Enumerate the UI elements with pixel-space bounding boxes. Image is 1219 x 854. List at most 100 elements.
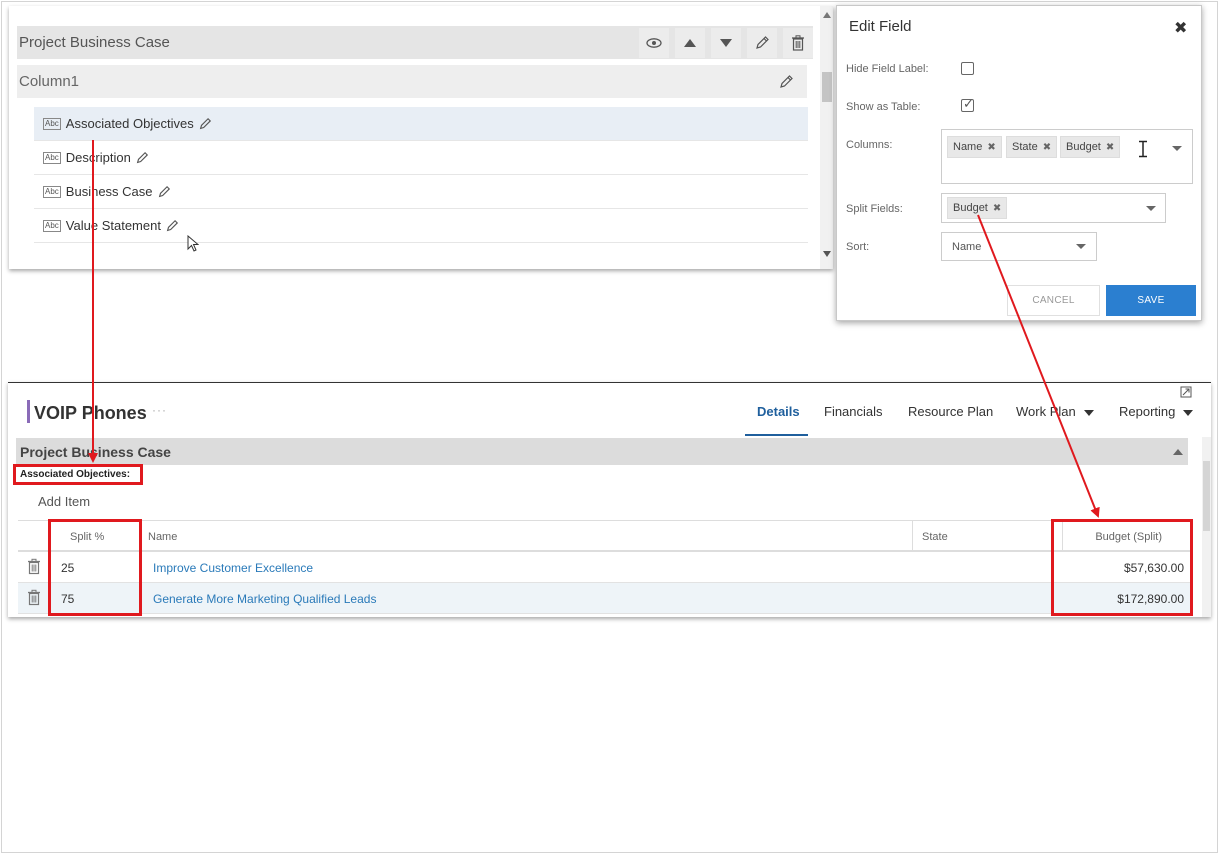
sort-label: Sort: (846, 241, 870, 253)
title-accent-bar (27, 400, 30, 423)
remove-chip-icon[interactable]: ✖ (993, 203, 1001, 214)
scrollbar-thumb[interactable] (1203, 461, 1210, 531)
column-chip-name: Name ✖ (947, 136, 1002, 158)
expand-icon[interactable] (1180, 386, 1192, 398)
chevron-down-icon[interactable] (1172, 146, 1182, 151)
trash-icon (792, 34, 804, 51)
column-divider (912, 521, 913, 551)
chip-label: Budget (953, 202, 988, 214)
annotation-box-associated-objectives (13, 464, 143, 485)
chevron-down-icon[interactable] (1146, 206, 1156, 211)
tab-work-plan[interactable]: Work Plan (1016, 404, 1094, 419)
text-field-icon: Abc (43, 185, 61, 198)
visibility-button[interactable] (639, 27, 669, 58)
chevron-down-icon (1083, 409, 1094, 416)
text-cursor-icon (1139, 140, 1147, 158)
hide-field-label-checkbox[interactable] (961, 62, 974, 75)
pencil-icon[interactable] (157, 185, 171, 199)
field-row-associated-objectives[interactable]: Abc Associated Objectives (34, 107, 808, 252)
tab-reporting[interactable]: Reporting (1119, 404, 1194, 419)
scroll-down-icon[interactable] (823, 251, 831, 257)
field-row-description[interactable]: Abc Description (34, 141, 808, 175)
more-options-icon[interactable]: ··· (152, 403, 167, 417)
annotation-box-budget-split-column (1051, 519, 1193, 616)
eye-icon (646, 37, 662, 48)
chip-label: Name (953, 141, 983, 153)
edit-column-button[interactable] (771, 67, 801, 97)
check-icon: ✓ (963, 96, 974, 111)
columns-label: Columns: (846, 139, 893, 151)
remove-chip-icon[interactable]: ✖ (987, 142, 995, 153)
hide-field-label-label: Hide Field Label: (846, 63, 929, 75)
chevron-down-icon (1183, 409, 1194, 416)
tab-label: Reporting (1119, 404, 1176, 419)
split-fields-label: Split Fields: (846, 203, 903, 215)
column-header-state[interactable]: State (922, 531, 948, 543)
triangle-down-icon (720, 38, 732, 47)
remove-chip-icon[interactable]: ✖ (1106, 142, 1114, 153)
column-header-name[interactable]: Name (148, 531, 177, 543)
field-row-business-case[interactable]: Abc Business Case (34, 175, 808, 209)
scrollbar-thumb[interactable] (822, 72, 832, 102)
tab-financials[interactable]: Financials (824, 404, 883, 419)
project-page: VOIP Phones ··· Details Financials Resou… (8, 382, 1211, 617)
split-fields-multiselect[interactable]: Budget ✖ (941, 193, 1166, 223)
chip-label: State (1012, 141, 1038, 153)
section-title: Project Business Case (20, 444, 171, 460)
sort-select[interactable]: Name (941, 232, 1097, 261)
sort-value: Name (952, 241, 982, 253)
save-button[interactable]: SAVE (1106, 285, 1196, 316)
close-icon[interactable]: ✖ (1174, 18, 1187, 38)
field-label: Value Statement (65, 218, 161, 233)
column-header[interactable]: Column1 (17, 65, 807, 98)
trash-icon[interactable] (27, 589, 41, 606)
field-row-value-statement[interactable]: Abc Value Statement (34, 209, 808, 243)
pencil-icon (780, 74, 793, 88)
column-title: Column1 (19, 73, 80, 90)
pencil-icon[interactable] (198, 117, 212, 131)
move-down-button[interactable] (711, 27, 741, 58)
columns-multiselect[interactable]: Name ✖ State ✖ Budget ✖ (941, 129, 1193, 184)
section-header[interactable]: Project Business Case (16, 438, 1188, 465)
delete-section-button[interactable] (783, 27, 813, 58)
pencil-icon (756, 35, 769, 49)
remove-chip-icon[interactable]: ✖ (1043, 142, 1051, 153)
field-list: Abc Associated Objectives Abc Descriptio… (34, 107, 808, 252)
dialog-title: Edit Field (849, 18, 912, 35)
pencil-icon[interactable] (135, 151, 149, 165)
field-label: Business Case (65, 184, 153, 199)
chevron-down-icon[interactable] (1076, 244, 1086, 249)
page-scrollbar[interactable] (1202, 437, 1211, 617)
tab-label: Work Plan (1016, 404, 1076, 419)
objective-link[interactable]: Improve Customer Excellence (153, 561, 313, 575)
text-field-icon: Abc (43, 219, 61, 232)
edit-field-dialog: Edit Field ✖ Hide Field Label: Show as T… (836, 5, 1202, 321)
column-chip-budget: Budget ✖ (1060, 136, 1121, 158)
text-field-icon: Abc (43, 117, 61, 130)
split-chip-budget: Budget ✖ (947, 197, 1008, 219)
scroll-up-icon[interactable] (823, 12, 831, 18)
trash-icon[interactable] (27, 558, 41, 575)
form-builder-panel: Project Business Case Column1 Abc Associ… (9, 6, 833, 269)
objective-link[interactable]: Generate More Marketing Qualified Leads (153, 592, 376, 606)
section-title: Project Business Case (19, 34, 170, 51)
section-header[interactable]: Project Business Case (17, 26, 813, 59)
text-field-icon: Abc (43, 151, 61, 164)
tab-details[interactable]: Details (757, 404, 800, 419)
pencil-icon[interactable] (165, 219, 179, 233)
edit-section-button[interactable] (747, 27, 777, 58)
table-row: 25 Improve Customer Excellence $57,630.0… (18, 552, 1190, 583)
tab-resource-plan[interactable]: Resource Plan (908, 404, 993, 419)
show-as-table-label: Show as Table: (846, 101, 921, 113)
add-item-button[interactable]: Add Item (38, 494, 90, 509)
move-up-button[interactable] (675, 27, 705, 58)
cancel-button[interactable]: CANCEL (1007, 285, 1100, 316)
show-as-table-checkbox[interactable]: ✓ (961, 96, 974, 112)
active-tab-indicator (745, 434, 808, 436)
table-header: Split % Name State Budget (Split) (18, 520, 1190, 552)
table-row: 75 Generate More Marketing Qualified Lea… (18, 583, 1190, 614)
builder-scrollbar[interactable] (820, 6, 833, 269)
chip-label: Budget (1066, 141, 1101, 153)
column-chip-state: State ✖ (1006, 136, 1058, 158)
chevron-up-icon[interactable] (1173, 449, 1183, 455)
